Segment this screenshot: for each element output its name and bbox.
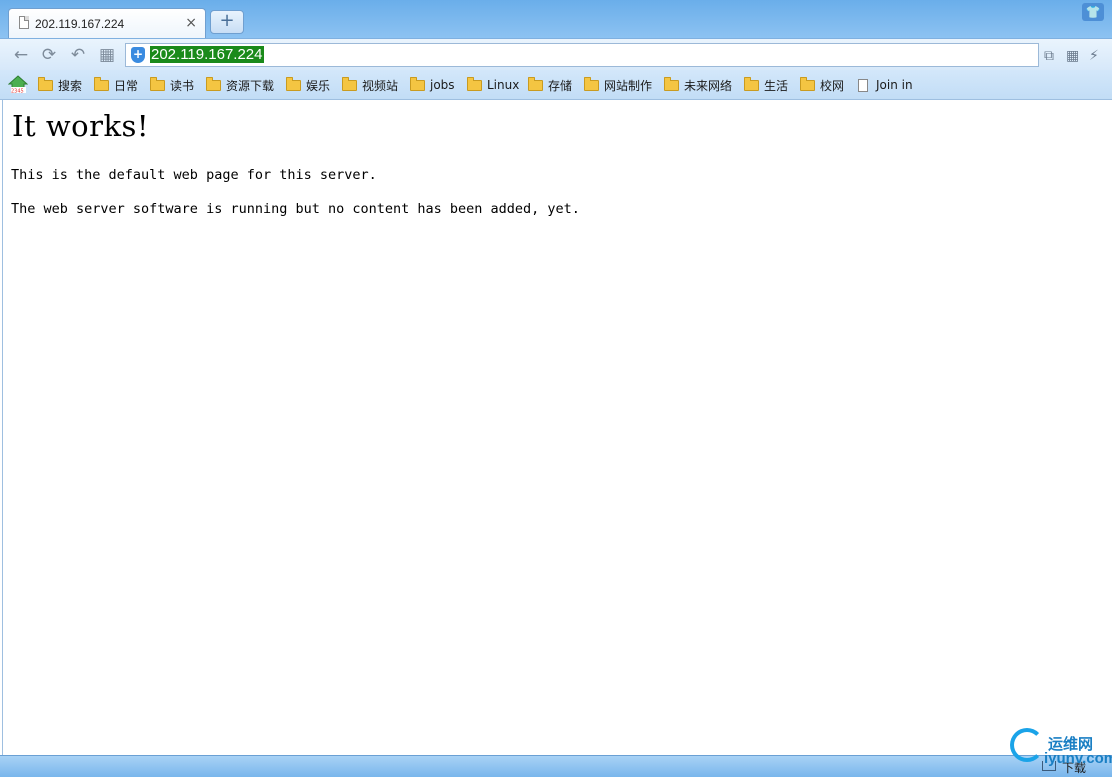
qrcode-icon[interactable]: ▦ <box>1066 48 1079 64</box>
bookmark-label: Join in <box>876 78 913 92</box>
bookmark-label: jobs <box>430 78 455 92</box>
status-bar: 下载 <box>0 755 1112 777</box>
bookmark-item[interactable]: 日常 <box>94 76 138 94</box>
bookmark-label: 校网 <box>820 78 845 93</box>
bookmark-item[interactable]: 娱乐 <box>286 76 330 94</box>
window-icon[interactable]: ⧉ <box>1044 48 1054 64</box>
apps-icon[interactable]: ▦ <box>96 44 118 66</box>
toolbar: ← ⟳ ↶ ▦ + 202.119.167.224 ⧉ ▦ ⚡ <box>0 38 1112 71</box>
bookmark-label: 娱乐 <box>306 78 331 93</box>
bookmark-item[interactable]: 视频站 <box>342 76 398 94</box>
home-badge: 2345 <box>11 89 24 94</box>
home-icon[interactable]: 2345 <box>8 75 28 93</box>
lightning-icon[interactable]: ⚡ <box>1089 48 1099 64</box>
bookmark-label: 存储 <box>548 78 573 93</box>
bookmark-label: Linux <box>487 78 520 92</box>
address-text[interactable]: 202.119.167.224 <box>150 46 264 63</box>
folder-icon <box>206 76 221 91</box>
folder-icon <box>744 76 759 91</box>
tab-close-icon[interactable]: × <box>185 15 197 31</box>
folder-icon <box>286 76 301 91</box>
bookmark-label: 读书 <box>170 78 195 93</box>
bookmark-label: 视频站 <box>362 78 399 93</box>
folder-icon <box>584 76 599 91</box>
skin-icon[interactable]: 👕 <box>1082 3 1104 21</box>
bookmark-item[interactable]: 资源下载 <box>206 76 274 94</box>
folder-icon <box>664 76 679 91</box>
back-icon[interactable]: ← <box>10 44 32 66</box>
bookmark-label: 搜索 <box>58 78 83 93</box>
tab-title: 202.119.167.224 <box>35 17 125 31</box>
undo-icon[interactable]: ↶ <box>67 44 89 66</box>
tab-strip: 202.119.167.224 × + 👕 <box>0 0 1112 38</box>
folder-icon <box>410 76 425 91</box>
folder-icon <box>467 76 482 91</box>
paragraph-server-running: The web server software is running but n… <box>11 201 580 217</box>
bookmark-label: 资源下载 <box>226 78 275 93</box>
bookmark-item[interactable]: 读书 <box>150 76 194 94</box>
page-heading: It works! <box>12 109 150 143</box>
page-content: It works! This is the default web page f… <box>2 100 1112 755</box>
folder-icon <box>342 76 357 91</box>
bookmark-item[interactable]: 未来网络 <box>664 76 732 94</box>
bookmark-item[interactable]: 存储 <box>528 76 572 94</box>
folder-icon <box>150 76 165 91</box>
new-tab-button[interactable]: + <box>210 10 244 34</box>
watermark-logo-icon <box>1010 728 1044 762</box>
folder-icon <box>38 76 53 91</box>
bookmark-label: 日常 <box>114 78 139 93</box>
bookmark-label: 网站制作 <box>604 78 653 93</box>
bookmark-label: 生活 <box>764 78 789 93</box>
tab-active[interactable]: 202.119.167.224 × <box>8 8 206 38</box>
address-bar[interactable]: + 202.119.167.224 <box>125 43 1039 67</box>
bookmark-item[interactable]: Join in <box>858 76 913 94</box>
bookmark-item[interactable]: 生活 <box>744 76 788 94</box>
folder-icon <box>94 76 109 91</box>
page-icon <box>858 78 868 92</box>
security-shield-icon: + <box>131 47 145 63</box>
bookmark-item[interactable]: 校网 <box>800 76 844 94</box>
folder-icon <box>800 76 815 91</box>
browser-chrome: 202.119.167.224 × + 👕 ← ⟳ ↶ ▦ + 202.119.… <box>0 0 1112 100</box>
bookmark-item[interactable]: 网站制作 <box>584 76 652 94</box>
reload-icon[interactable]: ⟳ <box>38 44 60 66</box>
page-icon <box>19 16 29 29</box>
folder-icon <box>528 76 543 91</box>
bookmark-item[interactable]: 搜索 <box>38 76 82 94</box>
bookmark-item[interactable]: Linux <box>467 76 519 94</box>
bookmark-label: 未来网络 <box>684 78 733 93</box>
bookmarks-bar: 2345 搜索 日常 读书 资源下载 娱乐 视频站 jobs Linux 存储 网站制作 未来网络 生… <box>0 70 1112 100</box>
bookmark-item[interactable]: jobs <box>410 76 455 94</box>
watermark-en: iyunv.com <box>1044 750 1112 767</box>
paragraph-default-page: This is the default web page for this se… <box>11 167 377 183</box>
